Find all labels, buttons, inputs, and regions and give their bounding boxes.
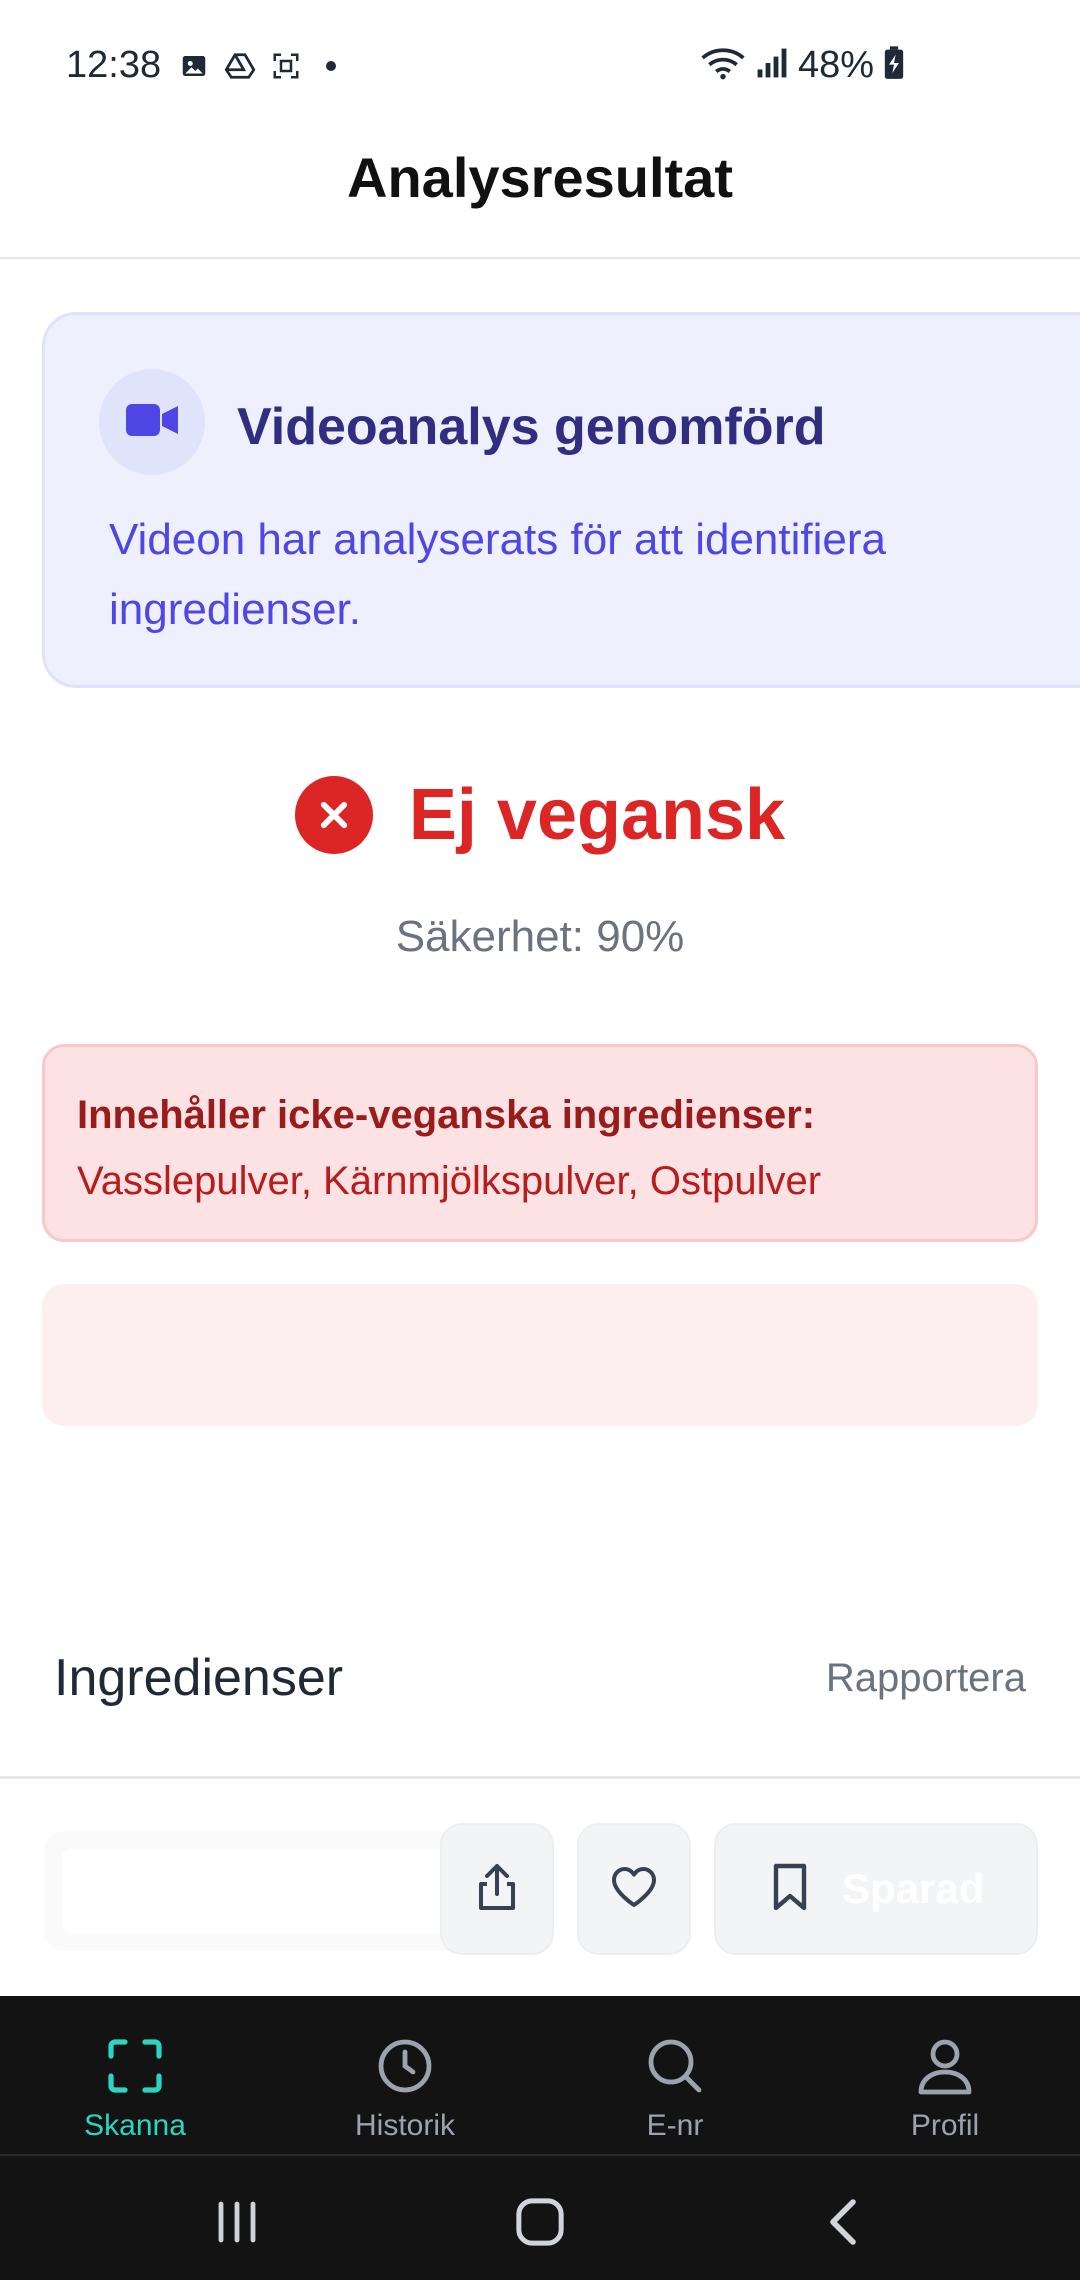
bookmark-icon <box>772 1862 808 1917</box>
search-icon <box>645 2036 705 2101</box>
page-title: Analysresultat <box>347 146 733 209</box>
action-bar: Sparad <box>0 1779 1080 1996</box>
video-analysis-description: Videon har analyserats för att identifie… <box>109 515 886 634</box>
verdict: Ej vegansk <box>0 770 1080 860</box>
action-bar-placeholder <box>44 1831 484 1951</box>
nav-label-history: Historik <box>354 2109 455 2142</box>
status-bar: 12:38 48% <box>0 0 1080 135</box>
gallery-icon <box>178 50 210 82</box>
scan-icon <box>105 2036 165 2101</box>
save-button[interactable]: Sparad <box>714 1823 1038 1955</box>
status-time: 12:38 <box>66 44 162 86</box>
app-header: Analysresultat <box>0 135 1080 259</box>
system-navigation-bar <box>0 2154 1080 2280</box>
favorite-button[interactable] <box>577 1823 691 1955</box>
nav-item-e-numbers[interactable]: E-nr <box>540 1996 810 2154</box>
screenshot-icon <box>270 50 302 82</box>
share-button[interactable] <box>440 1823 554 1955</box>
share-icon <box>475 1862 519 1917</box>
verdict-label: Ej vegansk <box>408 775 786 855</box>
ingredients-section-title: Ingredienser <box>54 1649 344 1707</box>
battery-charging-icon <box>884 46 904 85</box>
x-circle-icon <box>294 776 373 854</box>
non-vegan-ingredient-list: Vasslepulver, Kärnmjölkspulver, Ostpulve… <box>77 1159 822 1203</box>
battery-percentage: 48% <box>797 44 874 86</box>
loading-placeholder-card <box>42 1284 1038 1426</box>
clock-icon <box>375 2036 435 2101</box>
user-icon <box>915 2036 975 2101</box>
back-icon[interactable] <box>808 2192 878 2252</box>
heart-icon <box>610 1865 658 1914</box>
wifi-icon <box>700 46 746 85</box>
nav-item-history[interactable]: Historik <box>270 1996 540 2154</box>
nav-label-scan: Skanna <box>84 2109 186 2142</box>
nav-item-scan[interactable]: Skanna <box>0 1996 270 2154</box>
notification-dot <box>326 61 336 71</box>
video-analysis-title: Videoanalys genomförd <box>237 398 826 456</box>
status-system-icons: 48% <box>700 44 904 87</box>
video-analysis-card: Videoanalys genomförd Videon har analyse… <box>42 312 1080 688</box>
save-label: Sparad <box>842 1865 985 1912</box>
report-button[interactable]: Rapportera <box>826 1656 1026 1701</box>
confidence-score: Säkerhet: 90% <box>395 912 685 961</box>
action-bar-placeholder-inner <box>62 1849 484 1933</box>
video-icon-badge <box>99 369 205 475</box>
nav-item-profile[interactable]: Profil <box>810 1996 1080 2154</box>
signal-icon <box>756 47 788 84</box>
drive-icon <box>224 50 256 82</box>
status-notification-icons <box>178 50 336 82</box>
nav-label-profile: Profil <box>910 2109 980 2142</box>
nav-label-e-numbers: E-nr <box>646 2109 704 2142</box>
video-camera-icon <box>126 402 178 443</box>
non-vegan-warning-card: Innehåller icke-veganska ingredienser: V… <box>42 1044 1038 1242</box>
warning-title: Innehåller icke-veganska ingredienser: <box>77 1093 816 1137</box>
home-icon[interactable] <box>505 2192 575 2252</box>
bottom-navigation: Skanna Historik E-nr Profil <box>0 1996 1080 2154</box>
recents-icon[interactable] <box>202 2192 272 2252</box>
